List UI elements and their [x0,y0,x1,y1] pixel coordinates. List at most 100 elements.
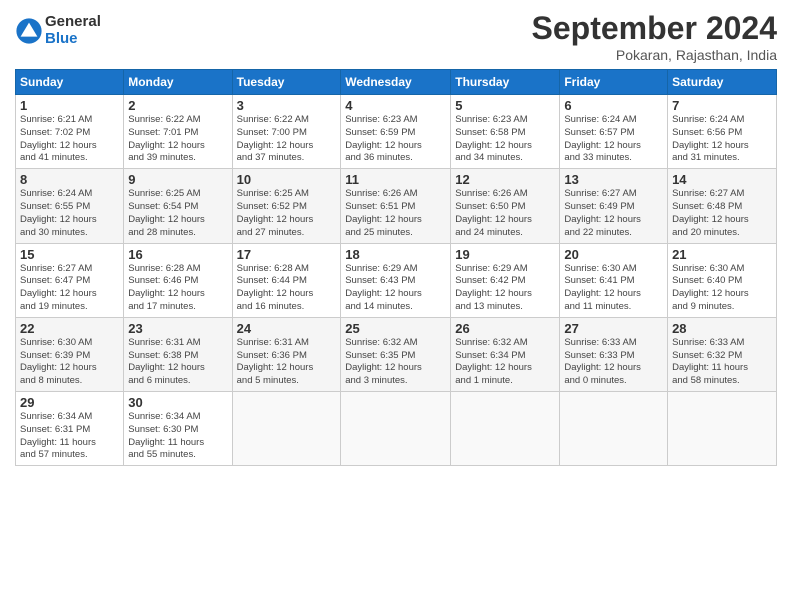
day-cell: 6Sunrise: 6:24 AM Sunset: 6:57 PM Daylig… [560,95,668,169]
calendar-container: General Blue September 2024 Pokaran, Raj… [0,0,792,476]
header-thursday: Thursday [451,70,560,95]
day-number: 23 [128,321,227,336]
day-info: Sunrise: 6:22 AM Sunset: 7:01 PM Dayligh… [128,114,227,165]
day-cell: 2Sunrise: 6:22 AM Sunset: 7:01 PM Daylig… [124,95,232,169]
day-info: Sunrise: 6:22 AM Sunset: 7:00 PM Dayligh… [237,114,337,165]
day-number: 19 [455,247,555,262]
calendar-table: Sunday Monday Tuesday Wednesday Thursday… [15,69,777,466]
day-cell: 4Sunrise: 6:23 AM Sunset: 6:59 PM Daylig… [341,95,451,169]
day-cell [232,392,341,466]
day-number: 14 [672,172,772,187]
day-info: Sunrise: 6:26 AM Sunset: 6:51 PM Dayligh… [345,188,446,239]
logo-icon [15,17,43,45]
day-cell: 30Sunrise: 6:34 AM Sunset: 6:30 PM Dayli… [124,392,232,466]
header-saturday: Saturday [668,70,777,95]
day-number: 17 [237,247,337,262]
day-number: 3 [237,98,337,113]
day-number: 5 [455,98,555,113]
week-row-4: 22Sunrise: 6:30 AM Sunset: 6:39 PM Dayli… [16,317,777,391]
day-number: 18 [345,247,446,262]
day-cell: 19Sunrise: 6:29 AM Sunset: 6:42 PM Dayli… [451,243,560,317]
day-cell: 14Sunrise: 6:27 AM Sunset: 6:48 PM Dayli… [668,169,777,243]
day-info: Sunrise: 6:32 AM Sunset: 6:34 PM Dayligh… [455,337,555,388]
day-info: Sunrise: 6:30 AM Sunset: 6:41 PM Dayligh… [564,263,663,314]
day-info: Sunrise: 6:29 AM Sunset: 6:43 PM Dayligh… [345,263,446,314]
day-cell: 24Sunrise: 6:31 AM Sunset: 6:36 PM Dayli… [232,317,341,391]
day-info: Sunrise: 6:27 AM Sunset: 6:49 PM Dayligh… [564,188,663,239]
header-row: General Blue September 2024 Pokaran, Raj… [15,10,777,63]
day-info: Sunrise: 6:24 AM Sunset: 6:56 PM Dayligh… [672,114,772,165]
day-cell: 9Sunrise: 6:25 AM Sunset: 6:54 PM Daylig… [124,169,232,243]
day-cell [560,392,668,466]
day-info: Sunrise: 6:24 AM Sunset: 6:57 PM Dayligh… [564,114,663,165]
day-cell: 5Sunrise: 6:23 AM Sunset: 6:58 PM Daylig… [451,95,560,169]
day-number: 2 [128,98,227,113]
day-cell: 10Sunrise: 6:25 AM Sunset: 6:52 PM Dayli… [232,169,341,243]
day-info: Sunrise: 6:27 AM Sunset: 6:48 PM Dayligh… [672,188,772,239]
day-number: 7 [672,98,772,113]
day-cell: 17Sunrise: 6:28 AM Sunset: 6:44 PM Dayli… [232,243,341,317]
day-number: 10 [237,172,337,187]
day-cell: 29Sunrise: 6:34 AM Sunset: 6:31 PM Dayli… [16,392,124,466]
title-block: September 2024 Pokaran, Rajasthan, India [532,10,777,63]
day-number: 15 [20,247,119,262]
day-number: 22 [20,321,119,336]
day-info: Sunrise: 6:21 AM Sunset: 7:02 PM Dayligh… [20,114,119,165]
logo-general: General [45,13,101,30]
day-info: Sunrise: 6:31 AM Sunset: 6:36 PM Dayligh… [237,337,337,388]
day-number: 6 [564,98,663,113]
day-info: Sunrise: 6:23 AM Sunset: 6:59 PM Dayligh… [345,114,446,165]
day-info: Sunrise: 6:31 AM Sunset: 6:38 PM Dayligh… [128,337,227,388]
day-cell: 25Sunrise: 6:32 AM Sunset: 6:35 PM Dayli… [341,317,451,391]
header-friday: Friday [560,70,668,95]
day-number: 9 [128,172,227,187]
day-number: 29 [20,395,119,410]
day-info: Sunrise: 6:32 AM Sunset: 6:35 PM Dayligh… [345,337,446,388]
day-number: 27 [564,321,663,336]
header-monday: Monday [124,70,232,95]
day-cell: 16Sunrise: 6:28 AM Sunset: 6:46 PM Dayli… [124,243,232,317]
day-number: 8 [20,172,119,187]
day-info: Sunrise: 6:33 AM Sunset: 6:32 PM Dayligh… [672,337,772,388]
day-info: Sunrise: 6:26 AM Sunset: 6:50 PM Dayligh… [455,188,555,239]
logo-blue: Blue [45,30,78,47]
weekday-header-row: Sunday Monday Tuesday Wednesday Thursday… [16,70,777,95]
header-tuesday: Tuesday [232,70,341,95]
day-cell: 12Sunrise: 6:26 AM Sunset: 6:50 PM Dayli… [451,169,560,243]
day-cell: 28Sunrise: 6:33 AM Sunset: 6:32 PM Dayli… [668,317,777,391]
day-number: 1 [20,98,119,113]
day-cell: 21Sunrise: 6:30 AM Sunset: 6:40 PM Dayli… [668,243,777,317]
day-info: Sunrise: 6:25 AM Sunset: 6:54 PM Dayligh… [128,188,227,239]
day-number: 24 [237,321,337,336]
day-cell: 13Sunrise: 6:27 AM Sunset: 6:49 PM Dayli… [560,169,668,243]
logo: General Blue [15,14,101,47]
day-cell: 7Sunrise: 6:24 AM Sunset: 6:56 PM Daylig… [668,95,777,169]
day-info: Sunrise: 6:30 AM Sunset: 6:39 PM Dayligh… [20,337,119,388]
day-cell [668,392,777,466]
day-cell: 27Sunrise: 6:33 AM Sunset: 6:33 PM Dayli… [560,317,668,391]
day-number: 21 [672,247,772,262]
day-cell: 15Sunrise: 6:27 AM Sunset: 6:47 PM Dayli… [16,243,124,317]
day-info: Sunrise: 6:33 AM Sunset: 6:33 PM Dayligh… [564,337,663,388]
day-info: Sunrise: 6:23 AM Sunset: 6:58 PM Dayligh… [455,114,555,165]
day-number: 28 [672,321,772,336]
day-cell: 8Sunrise: 6:24 AM Sunset: 6:55 PM Daylig… [16,169,124,243]
day-info: Sunrise: 6:25 AM Sunset: 6:52 PM Dayligh… [237,188,337,239]
day-info: Sunrise: 6:34 AM Sunset: 6:31 PM Dayligh… [20,411,119,462]
week-row-3: 15Sunrise: 6:27 AM Sunset: 6:47 PM Dayli… [16,243,777,317]
day-number: 26 [455,321,555,336]
week-row-2: 8Sunrise: 6:24 AM Sunset: 6:55 PM Daylig… [16,169,777,243]
day-info: Sunrise: 6:29 AM Sunset: 6:42 PM Dayligh… [455,263,555,314]
day-number: 25 [345,321,446,336]
day-number: 30 [128,395,227,410]
week-row-1: 1Sunrise: 6:21 AM Sunset: 7:02 PM Daylig… [16,95,777,169]
day-info: Sunrise: 6:34 AM Sunset: 6:30 PM Dayligh… [128,411,227,462]
month-title: September 2024 [532,10,777,47]
day-number: 11 [345,172,446,187]
day-info: Sunrise: 6:27 AM Sunset: 6:47 PM Dayligh… [20,263,119,314]
day-number: 16 [128,247,227,262]
day-cell: 3Sunrise: 6:22 AM Sunset: 7:00 PM Daylig… [232,95,341,169]
header-sunday: Sunday [16,70,124,95]
day-cell: 26Sunrise: 6:32 AM Sunset: 6:34 PM Dayli… [451,317,560,391]
day-cell: 20Sunrise: 6:30 AM Sunset: 6:41 PM Dayli… [560,243,668,317]
